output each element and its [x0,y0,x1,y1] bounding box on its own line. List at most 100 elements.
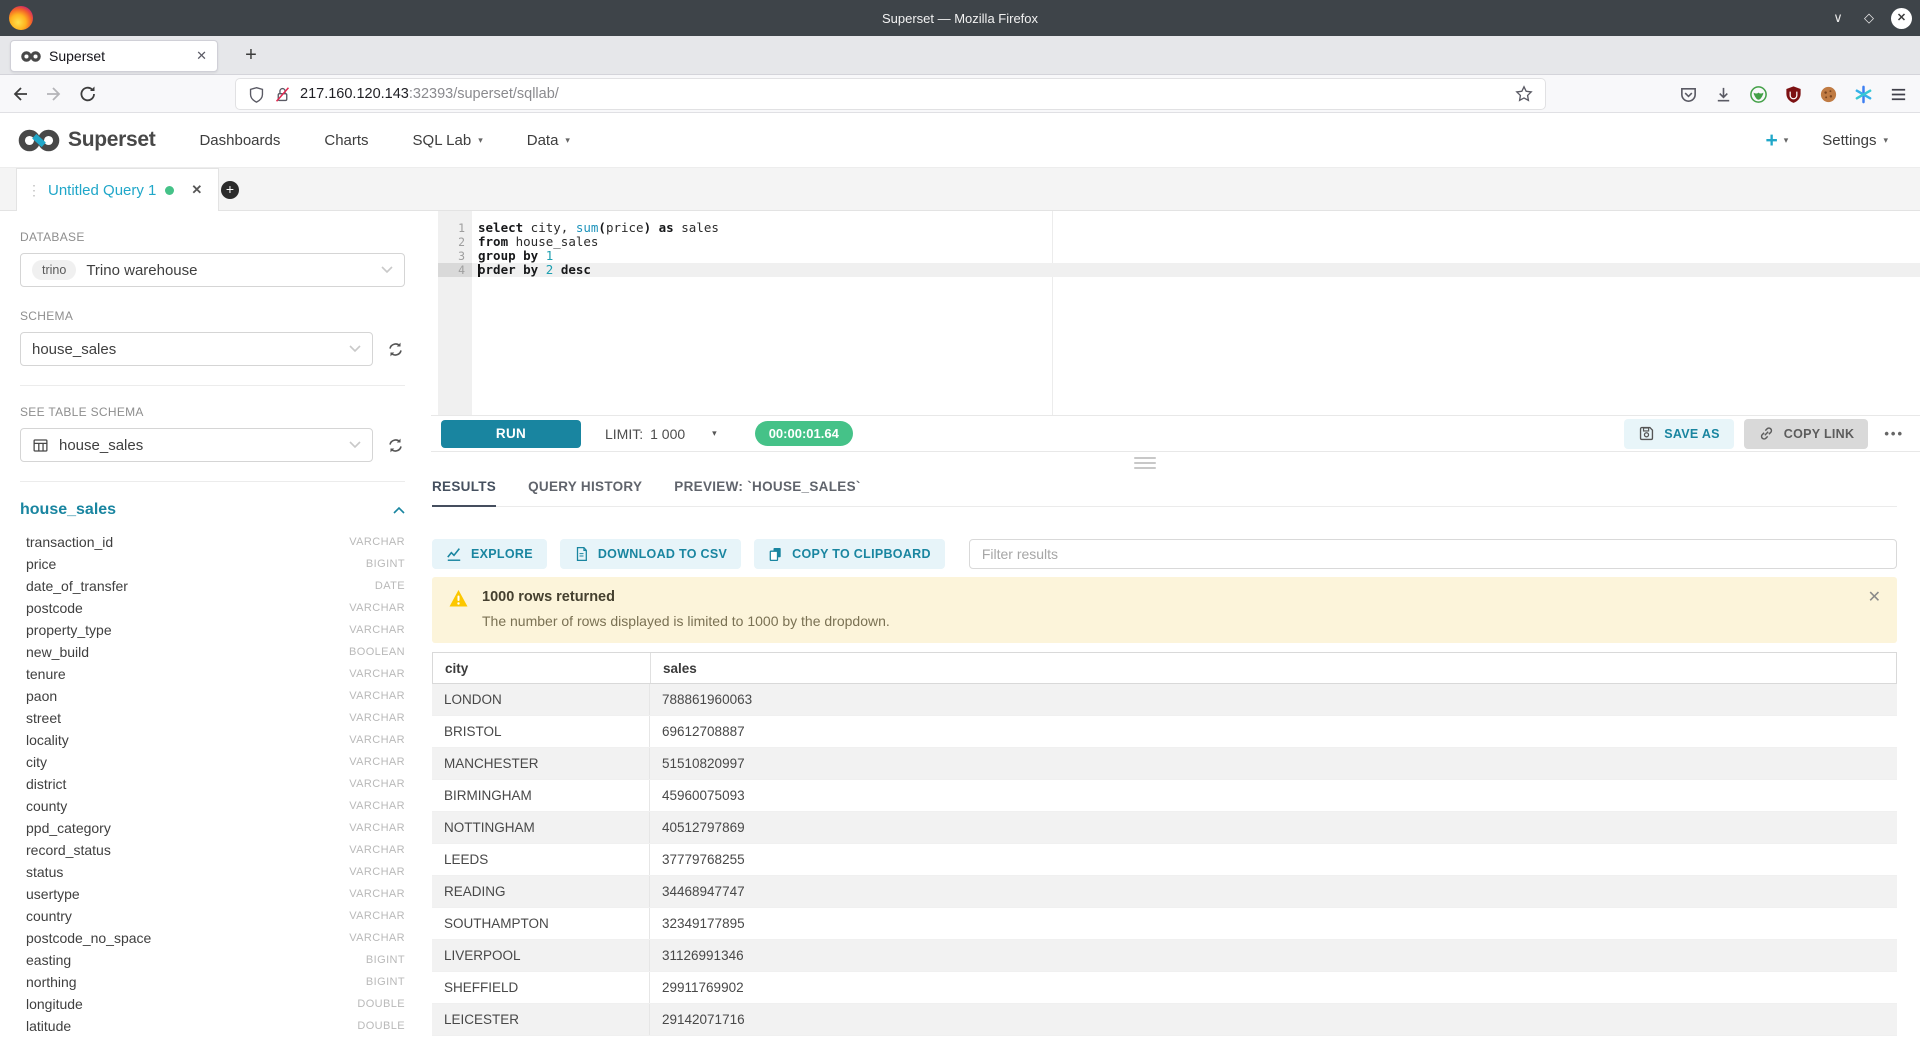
window-minimize-button[interactable]: ∨ [1829,10,1847,26]
add-query-tab-button[interactable]: + [221,181,239,199]
tracking-shield-icon[interactable] [248,85,265,104]
table-row: LEICESTER29142071716 [432,1004,1897,1036]
column-type: VARCHAR [349,668,405,680]
table-cell: 40512797869 [649,812,1897,843]
refresh-tables-icon[interactable] [386,436,405,455]
cookie-extension-icon[interactable] [1819,85,1838,104]
bookmark-star-icon[interactable] [1515,85,1533,103]
copy-clipboard-button[interactable]: COPY TO CLIPBOARD [754,539,945,569]
schema-select[interactable]: house_sales [20,332,373,366]
window-maximize-button[interactable]: ◇ [1860,10,1878,26]
brand-name: Superset [68,128,155,152]
column-type: VARCHAR [349,624,405,636]
nav-item-data[interactable]: Data▾ [527,132,570,149]
editor-code-area[interactable]: select city, sum(price) as salesfrom hou… [472,211,1920,415]
save-as-button[interactable]: SAVE AS [1624,419,1734,449]
refresh-schema-icon[interactable] [386,340,405,359]
query-tab-close-icon[interactable]: ✕ [191,182,202,198]
superset-logo[interactable]: Superset [18,127,155,154]
explore-button[interactable]: EXPLORE [432,539,547,569]
results-pane: RESULTS QUERY HISTORY PREVIEW: `HOUSE_SALE… [431,452,1920,1042]
schema-select-value: house_sales [32,341,339,358]
query-tab[interactable]: ⋮ Untitled Query 1 ✕ [16,168,219,211]
database-select[interactable]: trino Trino warehouse [20,253,405,287]
table-row: SHEFFIELD29911769902 [432,972,1897,1004]
results-tab-query-history[interactable]: QUERY HISTORY [528,479,642,506]
window-close-button[interactable]: ✕ [1891,8,1912,29]
url-text[interactable]: 217.160.120.143:32393/superset/sqllab/ [300,86,1506,102]
menu-hamburger-icon[interactable] [1889,85,1908,104]
table-cell: SHEFFIELD [432,972,649,1003]
table-column-row: date_of_transferDATE [20,575,405,597]
column-type: DOUBLE [357,1020,405,1032]
browser-tab[interactable]: Superset ✕ [10,40,218,72]
copy-link-label: COPY LINK [1784,427,1855,441]
nav-item-charts[interactable]: Charts [324,132,368,149]
line-number: 1 [438,221,472,235]
column-type: VARCHAR [349,932,405,944]
table-column-row: statusVARCHAR [20,861,405,883]
column-name: ppd_category [26,820,111,836]
table-cell: MANCHESTER [432,748,649,779]
table-column-row: usertypeVARCHAR [20,883,405,905]
limit-label: LIMIT: [605,426,643,442]
nav-menu: Dashboards Charts SQL Lab▾ Data▾ [199,132,569,149]
column-name: paon [26,688,57,704]
reload-button[interactable] [78,84,98,104]
rows-returned-alert: 1000 rows returned The number of rows di… [432,577,1897,643]
table-select-value: house_sales [59,437,339,454]
alert-close-icon[interactable]: ✕ [1868,587,1881,607]
sql-editor[interactable]: 1234 select city, sum(price) as salesfro… [431,211,1920,415]
table-column-row: latitudeDOUBLE [20,1015,405,1037]
column-type: BIGINT [366,954,405,966]
column-header[interactable]: city [433,653,650,683]
table-select[interactable]: house_sales [20,428,373,462]
more-options-button[interactable]: ••• [1884,426,1904,441]
column-header[interactable]: sales [650,653,1896,683]
column-type: BOOLEAN [349,646,405,658]
table-row: BRISTOL69612708887 [432,716,1897,748]
results-tab-preview[interactable]: PREVIEW: `HOUSE_SALES` [674,479,860,506]
table-row: LEEDS37779768255 [432,844,1897,876]
table-column-row: districtVARCHAR [20,773,405,795]
extension-asterisk-icon[interactable] [1854,85,1873,104]
settings-menu[interactable]: Settings ▾ [1822,132,1888,149]
nav-item-label: SQL Lab [413,132,472,149]
privacy-mask-extension-icon[interactable] [1749,85,1768,104]
download-csv-button[interactable]: DOWNLOAD TO CSV [560,539,741,569]
back-button[interactable] [10,84,30,104]
drag-handle-icon[interactable]: ⋮ [27,182,39,199]
nav-item-sql-lab[interactable]: SQL Lab▾ [413,132,483,149]
new-tab-button[interactable]: + [237,42,265,70]
line-number: 2 [438,235,472,249]
new-item-button[interactable]: + ▾ [1765,130,1788,151]
chevron-down-icon: ▾ [1784,135,1789,146]
table-cell: 51510820997 [649,748,1897,779]
ublock-extension-icon[interactable] [1784,85,1803,104]
url-bar[interactable]: 217.160.120.143:32393/superset/sqllab/ [236,79,1545,109]
browser-tab-close-icon[interactable]: ✕ [196,48,207,64]
downloads-icon[interactable] [1714,85,1733,104]
copy-link-button[interactable]: COPY LINK [1744,419,1869,449]
table-column-row: cityVARCHAR [20,751,405,773]
results-tab-results[interactable]: RESULTS [432,479,496,507]
insecure-lock-icon[interactable] [274,85,291,104]
table-cell: 29911769902 [649,972,1897,1003]
run-button[interactable]: RUN [441,420,581,448]
url-host: 217.160.120.143 [300,86,409,102]
column-type: VARCHAR [349,888,405,900]
chart-icon [446,546,462,562]
filter-results-input[interactable] [969,539,1897,569]
limit-dropdown[interactable]: LIMIT: 1 000 ▾ [605,426,717,442]
superset-navbar: Superset DashboardsChartsSQL Lab▾Data▾ +… [0,113,1920,168]
nav-item-dashboards[interactable]: Dashboards [199,132,280,149]
forward-button[interactable] [44,84,64,104]
table-cell: BRISTOL [432,716,649,747]
pane-drag-handle[interactable] [1134,457,1156,472]
column-name: northing [26,974,77,990]
collapse-chevron-up-icon[interactable] [393,506,405,514]
table-column-row: longitudeDOUBLE [20,993,405,1015]
column-name: price [26,556,56,572]
column-name: status [26,864,63,880]
pocket-icon[interactable] [1679,85,1698,104]
